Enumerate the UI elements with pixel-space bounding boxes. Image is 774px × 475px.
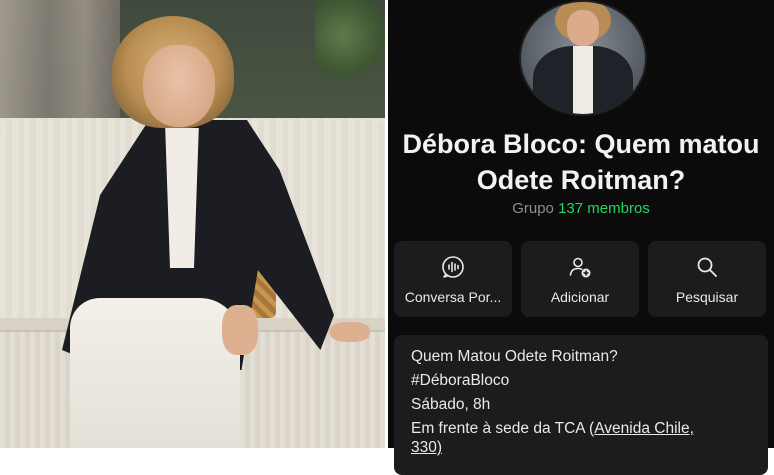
plant (315, 0, 385, 90)
voice-chat-button[interactable]: Conversa Por... (394, 241, 512, 317)
address-link-continued[interactable]: 330) (411, 439, 442, 457)
description-line: Em frente à sede da TCA (Avenida Chile, (411, 420, 694, 438)
action-buttons-row: Conversa Por... Adicionar Pesquisar (394, 241, 768, 319)
face (143, 45, 215, 127)
group-title: Débora Bloco: Quem matou Odete Roitman? (388, 126, 774, 198)
add-member-button[interactable]: Adicionar (521, 241, 639, 317)
search-label: Pesquisar (675, 289, 739, 305)
hand (222, 305, 258, 355)
white-pants (70, 298, 240, 448)
group-description-card[interactable]: Quem Matou Odete Roitman? #DéboraBloco S… (394, 335, 768, 475)
search-button[interactable]: Pesquisar (648, 241, 766, 317)
group-title-line1: Débora Bloco: Quem matou (402, 129, 760, 159)
address-link[interactable]: Avenida Chile, (594, 420, 694, 437)
members-count-link[interactable]: 137 membros (558, 200, 650, 217)
description-line: Sábado, 8h (411, 396, 491, 413)
description-line: Quem Matou Odete Roitman? (411, 348, 618, 365)
avatar-shirt (573, 46, 593, 114)
add-person-icon (569, 257, 591, 278)
group-title-line2: Odete Roitman? (476, 165, 686, 195)
chat-waveform-icon (442, 256, 464, 278)
search-icon (697, 257, 717, 277)
voice-chat-label: Conversa Por... (404, 289, 502, 305)
description-hashtag: #DéboraBloco (411, 372, 510, 389)
group-subtitle: Grupo 137 membros (388, 200, 774, 217)
hand (330, 322, 370, 342)
woman-on-sofa-photo (0, 0, 385, 448)
add-member-label: Adicionar (550, 289, 610, 305)
group-avatar[interactable] (519, 0, 647, 116)
description-address-prefix: Em frente à sede da TCA ( (411, 420, 595, 437)
group-type-label: Grupo (512, 200, 554, 217)
avatar-face (567, 10, 599, 46)
